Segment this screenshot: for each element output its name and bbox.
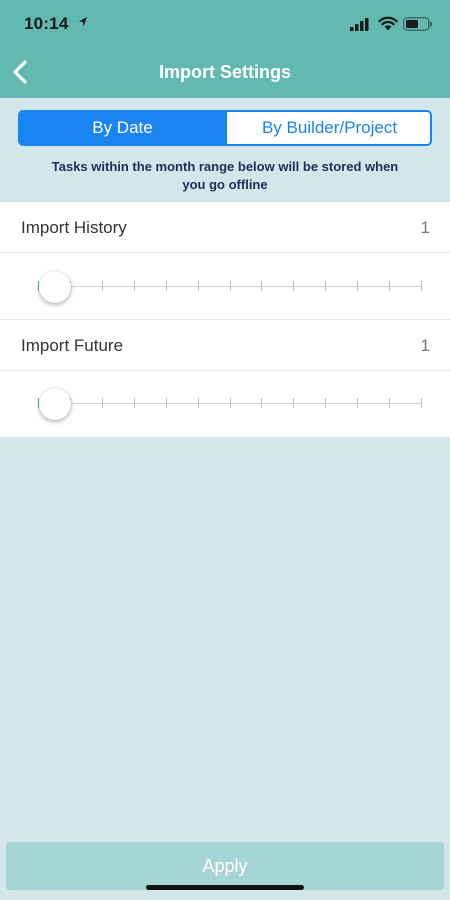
import-history-slider[interactable] <box>38 267 422 307</box>
slider-tick <box>421 398 422 408</box>
slider-tick <box>166 281 167 291</box>
import-history-value: 1 <box>420 218 430 237</box>
segment-by-builder-project[interactable]: By Builder/Project <box>225 112 430 144</box>
slider-tick <box>325 281 326 291</box>
slider-tick <box>357 398 358 408</box>
import-history-label: Import History <box>21 218 127 237</box>
slider-tick <box>325 398 326 408</box>
slider-tick <box>198 398 199 408</box>
status-time: 10:14 <box>24 14 69 33</box>
import-future-row: Import Future 1 <box>0 320 450 370</box>
slider-thumb[interactable] <box>39 271 71 303</box>
slider-tick <box>261 398 262 408</box>
apply-button[interactable]: Apply <box>6 842 444 890</box>
location-arrow-icon <box>79 17 87 27</box>
divider <box>0 252 450 253</box>
slider-tick <box>230 281 231 291</box>
import-future-value: 1 <box>420 336 430 355</box>
wifi-icon <box>378 16 398 31</box>
slider-tick <box>102 281 103 291</box>
slider-tick <box>389 398 390 408</box>
status-bar: 10:14 <box>0 0 450 50</box>
slider-tick <box>421 281 422 291</box>
settings-panel: Import History 1 Import Future 1 <box>0 202 450 437</box>
divider <box>0 370 450 371</box>
slider-tick <box>293 398 294 408</box>
cellular-signal-icon <box>350 18 369 31</box>
slider-tick <box>357 281 358 291</box>
battery-icon <box>403 17 432 31</box>
slider-thumb[interactable] <box>39 388 71 420</box>
import-future-slider[interactable] <box>38 384 422 424</box>
slider-tick <box>198 281 199 291</box>
offline-info-text: Tasks within the month range below will … <box>51 159 399 192</box>
slider-tick <box>261 281 262 291</box>
slider-tick <box>166 398 167 408</box>
header-bar: 10:14 Import Settings <box>0 0 450 98</box>
import-history-row: Import History 1 <box>0 202 450 252</box>
slider-tick <box>293 281 294 291</box>
slider-tick <box>134 398 135 408</box>
import-future-label: Import Future <box>21 336 124 355</box>
slider-tick <box>102 398 103 408</box>
segment-by-date[interactable]: By Date <box>20 112 225 144</box>
slider-tick <box>230 398 231 408</box>
slider-tick <box>389 281 390 291</box>
page-title: Import Settings <box>158 62 291 82</box>
segmented-control: By Date By Builder/Project <box>18 110 432 146</box>
home-indicator <box>146 885 304 890</box>
slider-tick <box>134 281 135 291</box>
